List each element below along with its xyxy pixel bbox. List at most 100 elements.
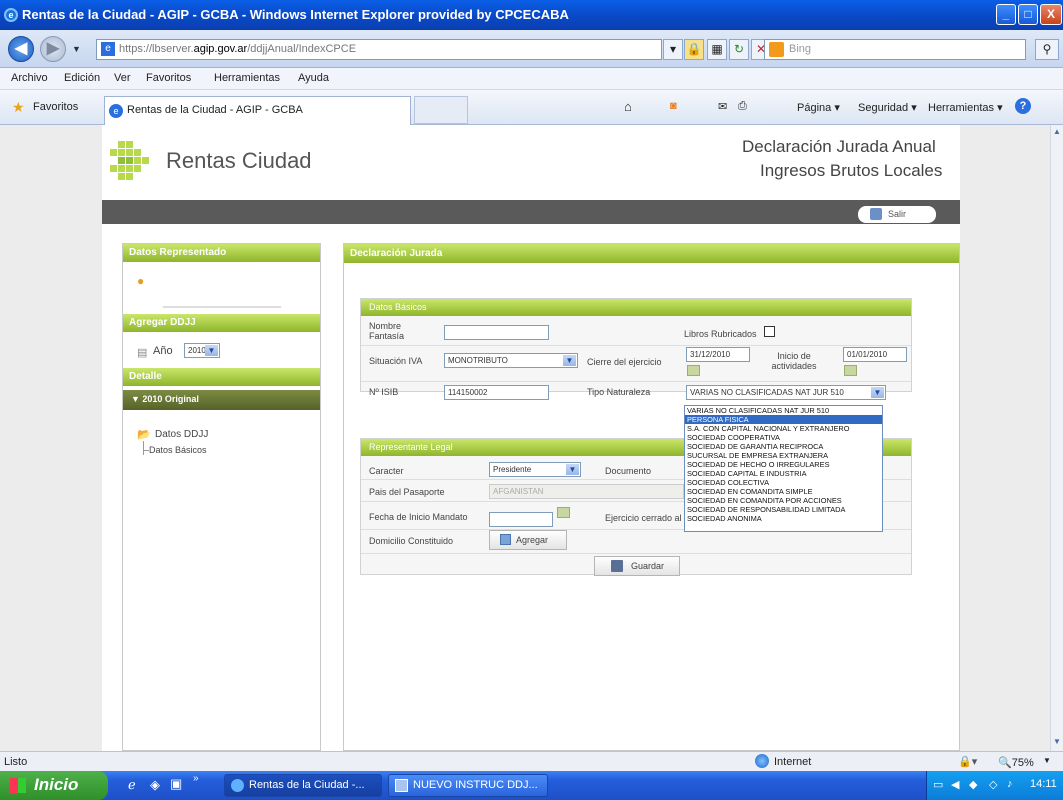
herramientas-menu[interactable]: Herramientas ▾ xyxy=(928,101,1003,114)
dropdown-option[interactable]: S.A. CON CAPITAL NACIONAL Y EXTRANJERO xyxy=(685,424,882,433)
agregar-ddjj-header: Agregar DDJJ xyxy=(123,314,320,332)
dropdown-option[interactable]: SOCIEDAD COOPERATIVA xyxy=(685,433,882,442)
address-bar[interactable]: e https://lbserver.agip.gov.ar/ddjjAnual… xyxy=(96,39,662,60)
nombre-fantasia-input[interactable] xyxy=(444,325,549,340)
dropdown-option[interactable]: VARIAS NO CLASIFICADAS NAT JUR 510 xyxy=(685,406,882,415)
compat-view-icon[interactable]: ▦ xyxy=(707,39,727,60)
menu-archivo[interactable]: Archivo xyxy=(11,72,48,84)
caracter-select[interactable]: Presidente ▼ xyxy=(489,462,581,477)
scroll-down-icon[interactable]: ▼ xyxy=(1053,737,1061,746)
back-button[interactable]: ◀ xyxy=(8,36,34,62)
address-dropdown-icon[interactable]: ▾ xyxy=(663,39,683,60)
task-rentas[interactable]: Rentas de la Ciudad -... xyxy=(224,774,382,797)
start-button[interactable]: Inicio xyxy=(0,771,108,800)
isib-input[interactable]: 114150002 xyxy=(444,385,549,400)
pagina-menu[interactable]: Página ▾ xyxy=(797,101,840,114)
print-icon[interactable]: ⎙ xyxy=(738,100,747,113)
libros-checkbox[interactable] xyxy=(764,326,775,337)
dropdown-option[interactable]: SOCIEDAD EN COMANDITA POR ACCIONES xyxy=(685,496,882,505)
task-word-icon xyxy=(395,779,408,792)
dropdown-option-selected[interactable]: PERSONA FISICA xyxy=(685,415,882,424)
cierre-ejercicio-input[interactable]: 31/12/2010 xyxy=(686,347,750,362)
quicklaunch-more-icon[interactable]: » xyxy=(193,773,199,784)
tab-ie-icon: e xyxy=(109,104,123,118)
version-item[interactable]: ▼ 2010 Original xyxy=(123,390,320,410)
vertical-scrollbar[interactable]: ▲ ▼ xyxy=(1050,125,1063,751)
fecha-inicio-input[interactable] xyxy=(489,512,553,527)
pais-pasaporte-input[interactable]: AFGANISTAN xyxy=(489,484,684,499)
anio-select[interactable]: 2010 ▼ xyxy=(184,343,220,358)
tray-security-icon[interactable]: ◇ xyxy=(989,778,997,791)
mail-icon[interactable]: ✉ xyxy=(718,100,727,113)
feeds-icon[interactable]: ◙ xyxy=(670,100,677,112)
anio-label: Año xyxy=(153,345,173,357)
maximize-button[interactable]: □ xyxy=(1018,4,1038,25)
history-dropdown-icon[interactable]: ▼ xyxy=(72,44,81,54)
menu-herramientas[interactable]: Herramientas xyxy=(214,72,280,84)
search-input[interactable]: Bing xyxy=(764,39,1026,60)
window-titlebar: e Rentas de la Ciudad - AGIP - GCBA - Wi… xyxy=(0,0,1063,30)
tipo-naturaleza-dropdown[interactable]: VARIAS NO CLASIFICADAS NAT JUR 510 PERSO… xyxy=(684,405,883,532)
zoom-dropdown-icon[interactable]: ▼ xyxy=(1043,756,1051,765)
pais-label: Pais del Pasaporte xyxy=(369,487,445,497)
datos-ddjj-link[interactable]: Datos DDJJ xyxy=(155,429,208,440)
menu-favoritos[interactable]: Favoritos xyxy=(146,72,191,84)
navigation-bar: ◀ ▶ ▼ e https://lbserver.agip.gov.ar/ddj… xyxy=(0,30,1063,68)
quicklaunch-ie-icon[interactable]: ℯ xyxy=(128,777,136,793)
left-sidebar: Datos Representado ● Agregar DDJJ ▤ Año … xyxy=(122,243,321,751)
status-text: Listo xyxy=(4,756,28,768)
close-button[interactable]: X xyxy=(1040,4,1062,25)
protected-mode-icon[interactable]: 🔒▾ xyxy=(958,755,977,768)
tray-network-icon[interactable]: ◆ xyxy=(969,778,977,791)
salir-button[interactable]: Salir xyxy=(858,206,936,223)
dropdown-option[interactable]: SOCIEDAD COLECTIVA xyxy=(685,478,882,487)
tray-keyboard-icon[interactable]: ▭ xyxy=(933,778,943,791)
task-word[interactable]: NUEVO INSTRUC DDJ... xyxy=(388,774,548,797)
browser-tab[interactable]: e Rentas de la Ciudad - AGIP - GCBA xyxy=(104,96,411,125)
tray-volume-icon[interactable]: ♪ xyxy=(1007,778,1013,790)
new-tab-button[interactable] xyxy=(414,96,468,124)
menu-ayuda[interactable]: Ayuda xyxy=(298,72,329,84)
header-title: Declaración Jurada Anual xyxy=(742,137,936,156)
zoom-level[interactable]: 🔍75% xyxy=(998,756,1034,769)
scroll-up-icon[interactable]: ▲ xyxy=(1053,127,1061,136)
agregar-button[interactable]: Agregar xyxy=(489,530,567,550)
forward-button[interactable]: ▶ xyxy=(40,36,66,62)
inicio-actividades-input[interactable]: 01/01/2010 xyxy=(843,347,907,362)
exit-icon xyxy=(870,208,882,220)
seguridad-menu[interactable]: Seguridad ▾ xyxy=(858,101,917,114)
side-margin-left xyxy=(0,125,102,751)
favorites-button[interactable]: Favoritos xyxy=(33,101,78,113)
calendar-icon[interactable] xyxy=(687,365,700,376)
dropdown-option[interactable]: SOCIEDAD DE GARANTIA RECIPROCA xyxy=(685,442,882,451)
ejercicio-label: Ejercicio cerrado al xyxy=(605,513,682,523)
menu-edicion[interactable]: Edición xyxy=(64,72,100,84)
dropdown-option[interactable]: SUCURSAL DE EMPRESA EXTRANJERA xyxy=(685,451,882,460)
minimize-button[interactable]: _ xyxy=(996,4,1016,25)
isib-label: Nº ISIB xyxy=(369,387,399,397)
search-icon[interactable]: ⚲ xyxy=(1035,39,1059,60)
save-icon xyxy=(611,560,623,572)
dropdown-option[interactable]: SOCIEDAD DE RESPONSABILIDAD LIMITADA xyxy=(685,505,882,514)
dropdown-option[interactable]: SOCIEDAD ANONIMA xyxy=(685,514,882,523)
lock-icon[interactable]: 🔒 xyxy=(684,39,704,60)
datos-basicos-link[interactable]: Datos Básicos xyxy=(149,445,207,455)
tipo-naturaleza-select[interactable]: VARIAS NO CLASIFICADAS NAT JUR 510 ▼ xyxy=(686,385,886,400)
tray-arrow-icon[interactable]: ◀ xyxy=(951,778,959,791)
dropdown-option[interactable]: SOCIEDAD EN COMANDITA SIMPLE xyxy=(685,487,882,496)
calendar-icon[interactable] xyxy=(557,507,570,518)
menu-ver[interactable]: Ver xyxy=(114,72,131,84)
refresh-icon[interactable]: ↻ xyxy=(729,39,749,60)
calendar-icon[interactable] xyxy=(844,365,857,376)
bing-icon xyxy=(769,42,784,57)
declaracion-header: Declaración Jurada xyxy=(344,244,959,263)
tipo-label: Tipo Naturaleza xyxy=(587,387,651,397)
situacion-iva-select[interactable]: MONOTRIBUTO ▼ xyxy=(444,353,578,368)
guardar-button[interactable]: Guardar xyxy=(594,556,680,576)
quicklaunch-media-icon[interactable]: ◈ xyxy=(150,777,160,793)
help-icon[interactable]: ? xyxy=(1015,98,1031,114)
dropdown-option[interactable]: SOCIEDAD CAPITAL E INDUSTRIA xyxy=(685,469,882,478)
quicklaunch-desktop-icon[interactable]: ▣ xyxy=(170,776,182,792)
home-icon[interactable]: ⌂ xyxy=(624,99,632,114)
dropdown-option[interactable]: SOCIEDAD DE HECHO O IRREGULARES xyxy=(685,460,882,469)
